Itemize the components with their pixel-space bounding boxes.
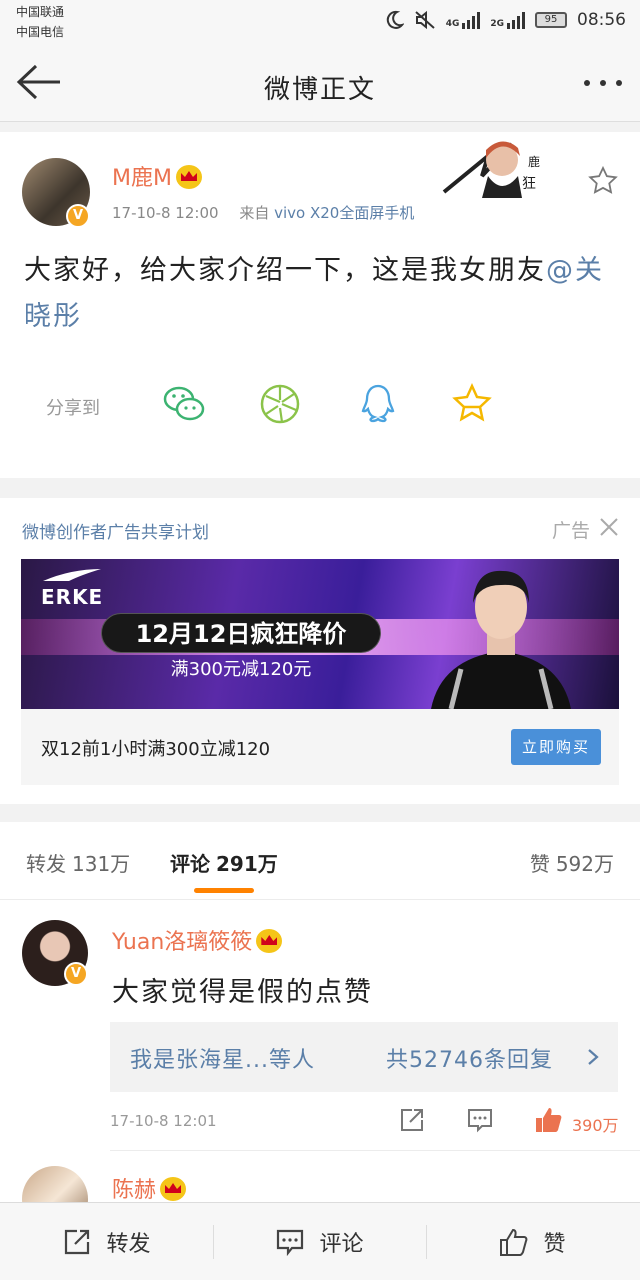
replies-count: 共52746条回复 [386, 1048, 553, 1073]
ad-headline: 12月12日疯狂降价 [101, 613, 381, 653]
post-timestamp: 17-10-8 12:00 [112, 204, 219, 222]
comment-icon [277, 1229, 304, 1257]
reply-comment-icon[interactable] [466, 1106, 494, 1134]
verified-badge-icon: V [64, 962, 88, 986]
navbar: 微博正文 [0, 44, 640, 122]
post-card: V M鹿M 17-10-8 12:00 来自 vivo X20全面屏手机 鹿 狂… [0, 132, 640, 478]
post-text: 大家好，给大家介绍一下，这是我女朋友@关晓彤 [24, 248, 624, 340]
post-body: 大家好，给大家介绍一下，这是我女朋友 [24, 255, 546, 286]
author-name[interactable]: M鹿M [112, 160, 202, 192]
ad-description: 双12前1小时满300立减120 [41, 739, 271, 760]
post-device[interactable]: vivo X20全面屏手机 [274, 204, 414, 222]
comment-likes: 390万 [572, 1116, 619, 1135]
replies-who: 我是张海星...等人 [130, 1048, 315, 1073]
tab-repost[interactable]: 转发 131万 [26, 848, 130, 877]
carrier-1: 中国联通 [16, 5, 65, 19]
like-button[interactable]: 赞 [426, 1203, 639, 1280]
share-label: 分享到 [46, 398, 100, 419]
commenter-name[interactable]: Yuan洛璃筱筱 [112, 924, 283, 956]
repost-button[interactable]: 转发 [0, 1203, 213, 1280]
repost-icon [65, 1229, 90, 1255]
crown-icon [256, 929, 283, 953]
status-bar: 中国联通 中国电信 4G 2G 95 08:56 [0, 0, 640, 44]
more-options-icon[interactable] [584, 80, 622, 86]
comment-time: 17-10-8 12:01 [110, 1112, 217, 1130]
moments-icon[interactable] [258, 382, 302, 426]
ad-model-image [431, 570, 571, 709]
svg-text:狂: 狂 [522, 176, 536, 192]
active-tab-indicator [194, 888, 254, 893]
favorite-star-icon[interactable] [588, 166, 618, 196]
fan-badge-image: 鹿 狂 [442, 141, 540, 198]
status-icons: 4G 2G 95 08:56 [384, 10, 626, 30]
svg-text:鹿: 鹿 [528, 154, 540, 169]
buy-now-button[interactable]: 立即购买 [511, 729, 601, 765]
commenter-avatar[interactable] [22, 1166, 88, 1202]
close-icon[interactable] [598, 516, 620, 538]
ad-footer: 双12前1小时满300立减120 立即购买 [21, 709, 619, 785]
like-icon [500, 1228, 528, 1256]
post-source-prefix: 来自 [239, 204, 270, 222]
like-thumb-icon[interactable] [534, 1106, 562, 1134]
favorites-star-icon[interactable] [450, 382, 494, 426]
carrier-2: 中国电信 [16, 25, 65, 39]
wechat-icon[interactable] [162, 382, 206, 426]
network-type-2: 2G [490, 19, 504, 29]
crown-icon [160, 1177, 187, 1201]
comment-replies[interactable]: 我是张海星...等人 共52746条回复 [110, 1022, 618, 1092]
mute-icon [415, 10, 435, 30]
battery-icon: 95 [535, 12, 567, 28]
network-type-1: 4G [445, 19, 460, 29]
comments-section: 转发 131万 评论 291万 赞 592万 V Yuan洛璃筱筱 大家觉得是假的点赞… [0, 822, 640, 1202]
erke-logo-icon [43, 569, 101, 581]
repost-label: 转发 [106, 1232, 151, 1257]
bottom-toolbar: 转发 评论 赞 [0, 1202, 640, 1280]
ad-label: 广告 [551, 520, 590, 542]
ad-brand: ERKE [41, 585, 104, 609]
signal-1-icon: 4G [446, 11, 481, 29]
tab-like[interactable]: 赞 592万 [530, 848, 614, 877]
ad-banner[interactable]: ERKE 12月12日疯狂降价 满300元减120元 [21, 559, 619, 709]
page-title: 微博正文 [263, 75, 376, 105]
like-label: 赞 [543, 1232, 566, 1257]
ad-subline: 满300元减120元 [170, 659, 312, 680]
tab-comment[interactable]: 评论 291万 [170, 848, 278, 877]
comment-button[interactable]: 评论 [213, 1203, 426, 1280]
clock: 08:56 [577, 10, 626, 30]
interaction-tabs: 转发 131万 评论 291万 赞 592万 [0, 822, 640, 900]
ad-program-title: 微博创作者广告共享计划 [22, 523, 209, 543]
post-meta: 17-10-8 12:00 来自 vivo X20全面屏手机 [112, 202, 414, 223]
moon-icon [386, 10, 404, 29]
comment-text: 大家觉得是假的点赞 [112, 977, 373, 1008]
comment-divider [110, 1150, 640, 1151]
commenter-name[interactable]: 陈赫 [112, 1172, 187, 1202]
qq-icon[interactable] [356, 382, 400, 426]
verified-badge-icon: V [66, 204, 90, 228]
chevron-right-icon [588, 1049, 599, 1065]
repost-comment-icon[interactable] [398, 1106, 426, 1134]
crown-icon [175, 165, 202, 189]
comment-label: 评论 [319, 1232, 364, 1257]
ad-card[interactable]: 微博创作者广告共享计划 广告 ERKE 12月12日疯狂降价 满300元减120… [0, 498, 640, 804]
signal-2-icon: 2G [490, 11, 525, 29]
